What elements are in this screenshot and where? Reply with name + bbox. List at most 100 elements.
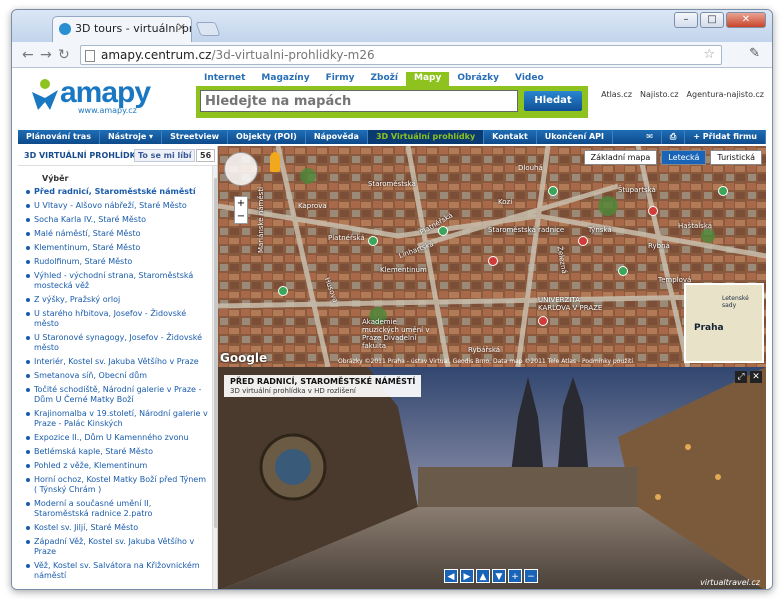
menu-3d-prohlidky[interactable]: 3D Virtuální prohlídky xyxy=(367,130,485,144)
menu-objekty[interactable]: Objekty (POI) xyxy=(228,130,306,144)
tour-list-item[interactable]: Před radnicí, Staroměstské náměstí xyxy=(24,187,208,197)
tour-list-item[interactable]: Malé náměstí, Staré Město xyxy=(24,229,208,239)
poi-marker[interactable] xyxy=(488,256,498,266)
tour-list-item[interactable]: U Staronové synagogy, Josefov - Židovské… xyxy=(24,333,208,353)
tour-list-item[interactable]: Krajinomalba v 19.století, Národní galer… xyxy=(24,409,208,429)
map-type-aerial[interactable]: Letecká xyxy=(661,150,707,165)
tour-list-item[interactable]: Rudolfinum, Staré Město xyxy=(24,257,208,267)
map-label: Platnéřská xyxy=(328,234,365,242)
tour-list-item[interactable]: Moderní a současné umění II, Staroměstsk… xyxy=(24,499,208,519)
close-icon[interactable]: ✕ xyxy=(750,371,762,383)
site-favicon-icon xyxy=(59,23,71,35)
overview-minimap[interactable]: Letenské sady Praha xyxy=(684,283,764,363)
tour-list-item[interactable]: Smetanova síň, Obecní dům xyxy=(24,371,208,381)
wrench-icon[interactable]: ✎ xyxy=(749,46,760,61)
tour-list-item[interactable]: Pohled z věže, Klementinum xyxy=(24,461,208,471)
close-tab-icon[interactable]: ✕ xyxy=(177,21,186,34)
pan-left-icon[interactable]: ◀ xyxy=(444,569,458,583)
browser-tab[interactable]: 3D tours - virtuální prohlídky ✕ xyxy=(52,16,192,42)
amapy-logo[interactable]: amapy www.amapy.cz xyxy=(28,74,178,115)
link-najisto[interactable]: Najisto.cz xyxy=(640,90,679,99)
map-label: Kozí xyxy=(498,198,513,206)
link-atlas[interactable]: Atlas.cz xyxy=(601,90,632,99)
close-window-button[interactable]: ✕ xyxy=(726,12,766,28)
poi-marker[interactable] xyxy=(538,316,548,326)
search-tab-video[interactable]: Video xyxy=(507,72,552,86)
back-arrow-icon[interactable]: ← xyxy=(22,47,34,63)
map-search-input[interactable] xyxy=(200,90,518,112)
tour-marker[interactable] xyxy=(438,226,448,236)
search-tab-firmy[interactable]: Firmy xyxy=(318,72,363,86)
search-tab-magaziny[interactable]: Magazíny xyxy=(253,72,317,86)
pan-control[interactable] xyxy=(224,152,258,186)
tour-list-item[interactable]: U starého hřbitova, Josefov - Židovské m… xyxy=(24,309,208,329)
menu-napoveda[interactable]: Nápověda xyxy=(306,130,368,144)
menu-planovani-tras[interactable]: Plánování tras xyxy=(18,130,100,144)
address-bar[interactable]: amapy.centrum.cz/3d-virtualni-prohlidky-… xyxy=(80,45,722,65)
search-tab-internet[interactable]: Internet xyxy=(196,72,253,86)
tour-list-item[interactable]: Točité schodiště, Národní galerie v Praz… xyxy=(24,385,208,405)
map-label: Haštalská xyxy=(678,222,713,230)
panorama-caption: PŘED RADNICÍ, STAROMĚSTSKÉ NÁMĚSTÍ 3D vi… xyxy=(224,375,422,397)
tour-list-item[interactable]: U Vltavy - Alšovo nábřeží, Staré Město xyxy=(24,201,208,211)
pan-up-icon[interactable]: ▲ xyxy=(476,569,490,583)
map-type-tourist[interactable]: Turistická xyxy=(710,150,762,165)
search-tab-mapy[interactable]: Mapy xyxy=(405,72,450,86)
aerial-map[interactable]: Staroměstská Platnéřská Platnéřská Kapro… xyxy=(218,146,766,367)
minimize-button[interactable]: – xyxy=(674,12,698,28)
poi-marker[interactable] xyxy=(648,206,658,216)
menu-kontakt[interactable]: Kontakt xyxy=(484,130,537,144)
tour-list-item[interactable]: Interiér, Kostel sv. Jakuba Většího v Pr… xyxy=(24,357,208,367)
tour-list-item[interactable]: Betlémská kaple, Staré Město xyxy=(24,447,208,457)
forward-arrow-icon[interactable]: → xyxy=(40,47,52,63)
tour-list-item[interactable]: Expozice II., Dům U Kamenného zvonu xyxy=(24,433,208,443)
reload-icon[interactable]: ↻ xyxy=(58,47,70,63)
link-agentura[interactable]: Agentura-najisto.cz xyxy=(687,90,764,99)
maximize-button[interactable]: □ xyxy=(700,12,724,28)
pan-down-icon[interactable]: ▼ xyxy=(492,569,506,583)
map-label: Akademie muzických umění v Praze Divadel… xyxy=(362,318,430,350)
search-button[interactable]: Hledat xyxy=(524,91,582,111)
tour-list-item[interactable]: Západní Věž, Kostel sv. Jakuba Většího v… xyxy=(24,537,208,557)
zoom-control[interactable]: + − xyxy=(234,196,248,224)
bookmark-star-icon[interactable]: ☆ xyxy=(703,47,715,62)
panorama-controls: ◀ ▶ ▲ ▼ + − xyxy=(444,569,538,583)
pegman-icon[interactable] xyxy=(270,152,280,172)
menu-streetview[interactable]: Streetview xyxy=(162,130,229,144)
search-box: Hledat xyxy=(196,86,588,118)
panorama-viewer[interactable]: PŘED RADNICÍ, STAROMĚSTSKÉ NÁMĚSTÍ 3D vi… xyxy=(218,367,766,589)
print-icon[interactable]: ⎙ xyxy=(662,130,686,144)
mail-icon[interactable]: ✉ xyxy=(638,130,662,144)
tour-list-item[interactable]: Klementinum, Staré Město xyxy=(24,243,208,253)
fullscreen-icon[interactable]: ⤢ xyxy=(735,371,747,383)
panorama-subtitle: 3D virtuální prohlídka v HD rozlišení xyxy=(230,387,356,395)
sidebar-heading: 3D VIRTUÁLNÍ PROHLÍDKY xyxy=(24,151,142,160)
tour-marker[interactable] xyxy=(368,236,378,246)
virtualtravel-logo[interactable]: virtualtravel.cz xyxy=(700,578,760,587)
tour-marker[interactable] xyxy=(548,186,558,196)
tour-list-item[interactable]: Socha Karla IV., Staré Město xyxy=(24,215,208,225)
tour-marker[interactable] xyxy=(718,186,728,196)
menu-ukonceni-api[interactable]: Ukončení API xyxy=(537,130,614,144)
tour-list-item[interactable]: Věž, Kostel sv. Salvátora na Křižovnické… xyxy=(24,561,208,581)
map-copyright: Obrázky ©2011 Praha - ústav Virtual, Geo… xyxy=(338,358,634,365)
search-tab-zbozi[interactable]: Zboží xyxy=(363,72,406,86)
tour-list-item[interactable]: Výhled - východní strana, Staroměstská m… xyxy=(24,271,208,291)
pan-right-icon[interactable]: ▶ xyxy=(460,569,474,583)
tour-list-item[interactable]: Horní ochoz, Kostel Matky Boží před Týne… xyxy=(24,475,208,495)
facebook-like-button[interactable]: To se mi líbí xyxy=(134,149,196,162)
zoom-out-icon[interactable]: − xyxy=(524,569,538,583)
map-type-basic[interactable]: Základní mapa xyxy=(583,150,658,165)
poi-marker[interactable] xyxy=(578,236,588,246)
tour-list-item[interactable]: Kostel sv. Jiljí, Staré Město xyxy=(24,523,208,533)
add-firm-link[interactable]: + Přidat firmu xyxy=(685,130,766,144)
map-label: Staroměstská radnice xyxy=(488,226,565,234)
search-tab-obrazky[interactable]: Obrázky xyxy=(449,72,507,86)
tour-list-item[interactable]: Z výšky, Pražský orloj xyxy=(24,295,208,305)
zoom-in-icon[interactable]: + xyxy=(508,569,522,583)
tour-marker[interactable] xyxy=(618,266,628,276)
new-tab-button[interactable] xyxy=(195,22,221,36)
menu-nastroje[interactable]: Nástroje ▾ xyxy=(100,130,163,144)
tour-marker[interactable] xyxy=(278,286,288,296)
panorama-title: PŘED RADNICÍ, STAROMĚSTSKÉ NÁMĚSTÍ xyxy=(230,377,416,386)
